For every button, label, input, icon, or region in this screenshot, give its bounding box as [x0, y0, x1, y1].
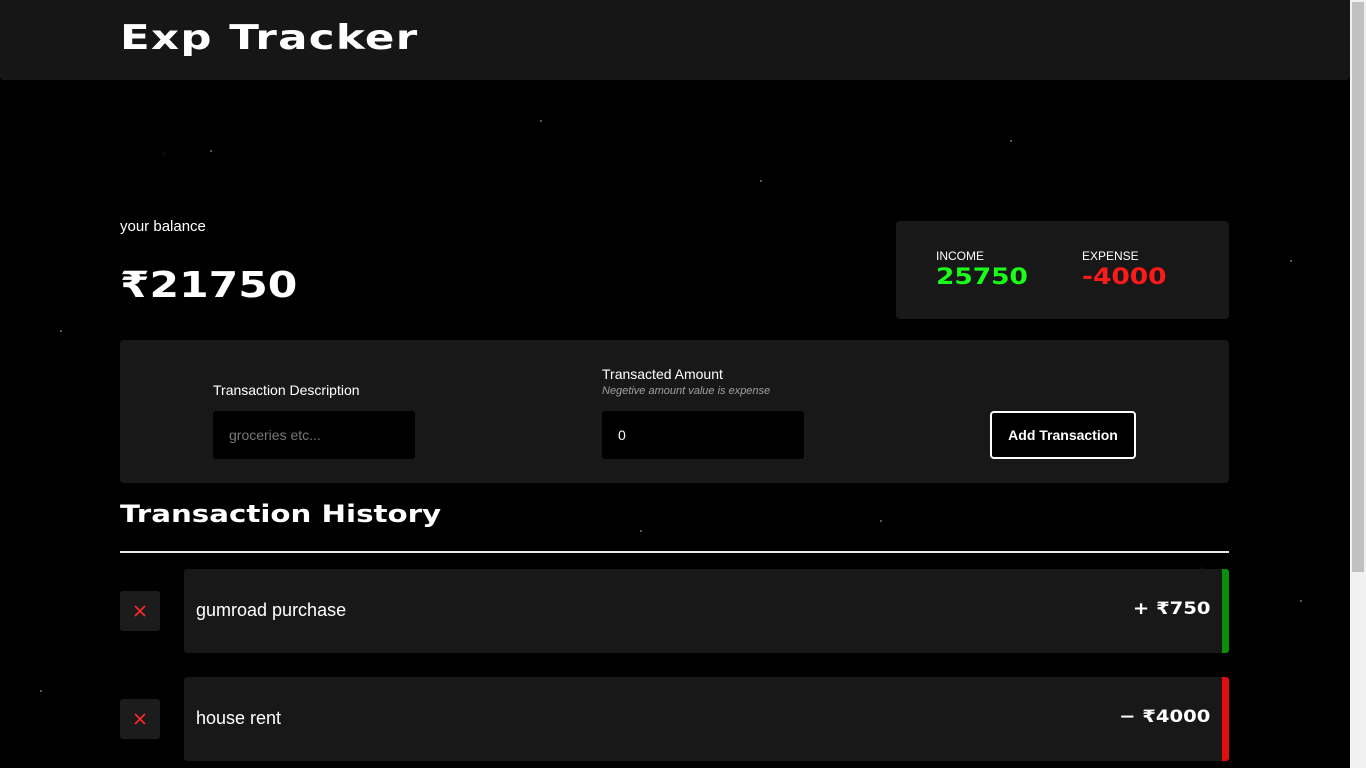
background-speck — [760, 180, 762, 182]
background-speck — [1290, 260, 1292, 262]
transaction-card: house rent − ₹4000 — [184, 677, 1229, 761]
expense-value: -4000 — [1082, 265, 1167, 290]
transaction-description: house rent — [196, 708, 282, 728]
background-speck — [60, 330, 62, 332]
history-divider — [120, 551, 1229, 553]
top-navbar: Exp Tracker — [0, 0, 1350, 80]
balance-label: your balance — [120, 218, 206, 235]
transaction-row: house rent − ₹4000 — [120, 677, 1229, 761]
transaction-amount: + ₹750 — [1132, 599, 1210, 619]
app-title: Exp Tracker — [120, 18, 419, 58]
page-scrollbar[interactable] — [1350, 0, 1366, 768]
background-speck — [1300, 600, 1302, 602]
transaction-description: gumroad purchase — [196, 600, 347, 620]
transaction-card: gumroad purchase + ₹750 — [184, 569, 1229, 653]
delete-transaction-button[interactable] — [120, 699, 160, 739]
expense-label: EXPENSE — [1082, 249, 1139, 263]
background-speck — [640, 530, 642, 532]
description-label: Transaction Description — [213, 382, 360, 398]
close-icon — [134, 713, 146, 725]
background-speck — [540, 120, 542, 122]
add-transaction-form: Transaction Description Transacted Amoun… — [120, 340, 1229, 483]
amount-input[interactable] — [602, 411, 804, 459]
background-speck — [880, 520, 882, 522]
background-speck — [1010, 140, 1012, 142]
background-speck — [40, 690, 42, 692]
amount-label: Transacted Amount — [602, 366, 723, 382]
page: Exp Tracker your balance ₹21750 INCOME 2… — [0, 0, 1366, 768]
background-speck — [210, 150, 212, 152]
scrollbar-thumb[interactable] — [1352, 2, 1364, 572]
balance-value: ₹21750 — [120, 265, 298, 306]
income-summary: INCOME 25750 — [936, 249, 1028, 290]
transaction-amount: − ₹4000 — [1118, 707, 1210, 727]
amount-hint: Negetive amount value is expense — [602, 385, 771, 397]
income-value: 25750 — [936, 265, 1028, 290]
transaction-row: gumroad purchase + ₹750 — [120, 569, 1229, 653]
history-title: Transaction History — [120, 500, 442, 528]
description-input[interactable] — [213, 411, 415, 459]
delete-transaction-button[interactable] — [120, 591, 160, 631]
close-icon — [134, 605, 146, 617]
expense-summary: EXPENSE -4000 — [1082, 249, 1166, 290]
add-transaction-button[interactable]: Add Transaction — [990, 411, 1136, 459]
income-expense-summary: INCOME 25750 EXPENSE -4000 — [896, 221, 1229, 319]
income-label: INCOME — [936, 249, 984, 263]
